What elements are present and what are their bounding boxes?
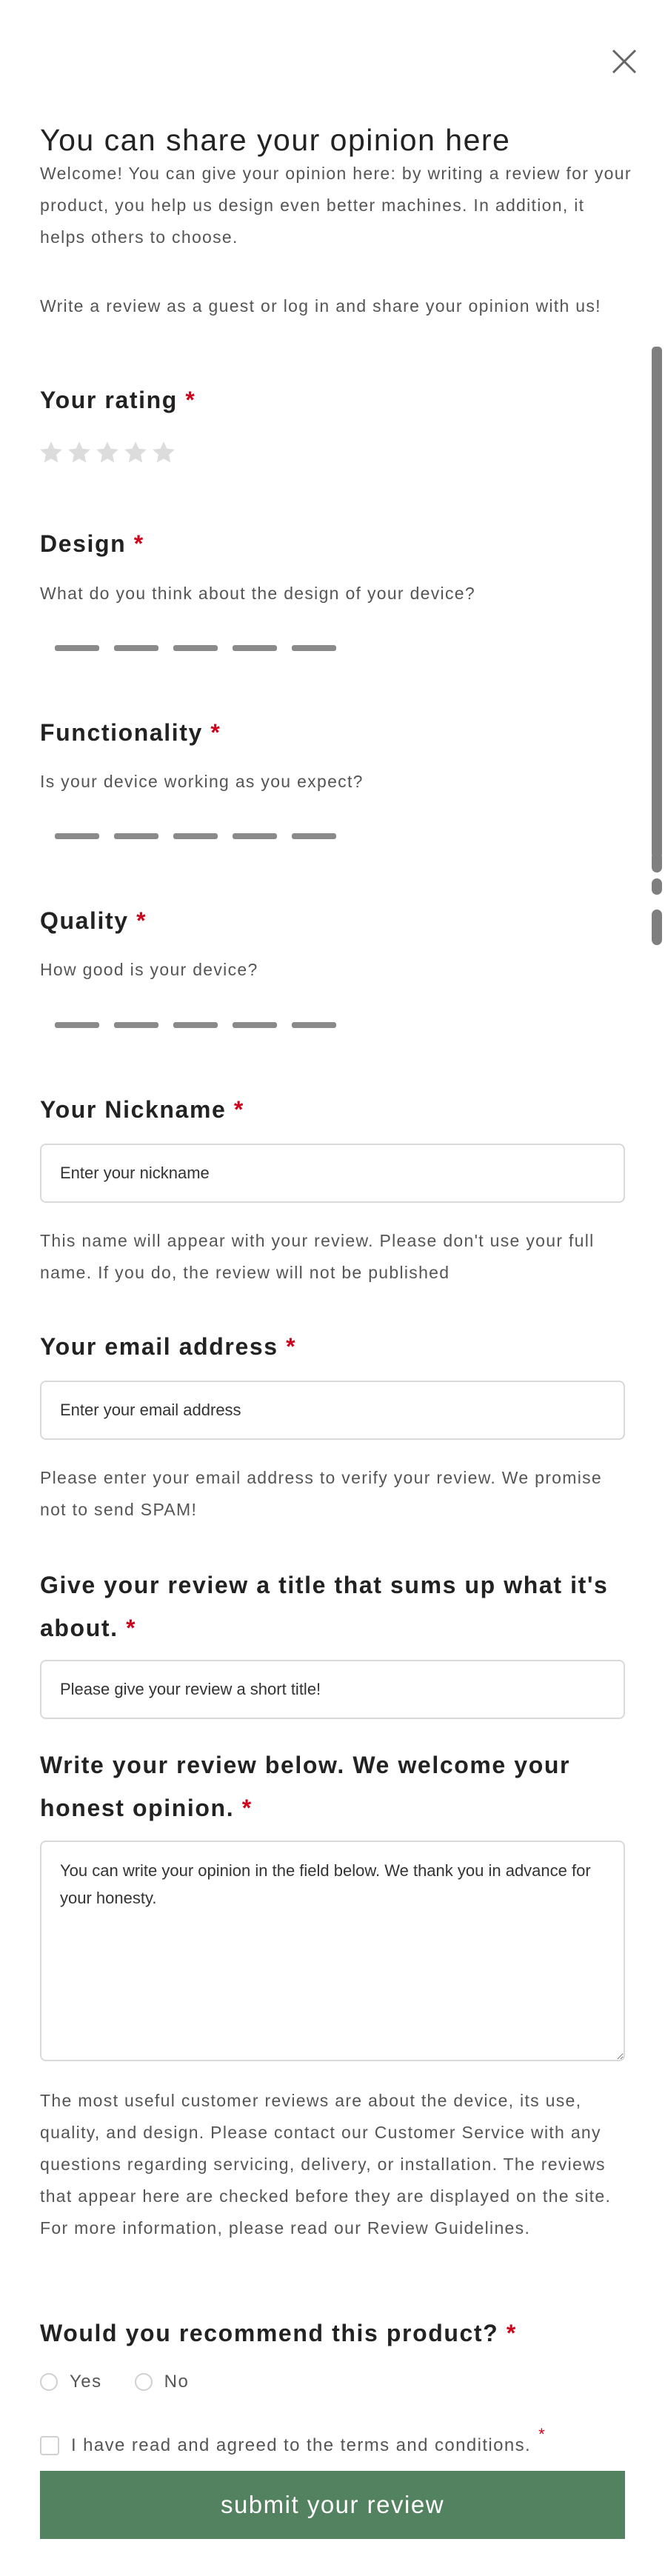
scale-step[interactable] bbox=[233, 645, 277, 651]
star-icon[interactable] bbox=[67, 440, 92, 465]
terms-checkbox[interactable] bbox=[40, 2436, 59, 2455]
scale-step[interactable] bbox=[292, 645, 336, 651]
recommend-yes-label[interactable]: Yes bbox=[70, 2372, 102, 2392]
design-question: What do you think about the design of yo… bbox=[40, 584, 475, 603]
rating-label-text: Your rating bbox=[40, 387, 178, 413]
scale-step[interactable] bbox=[173, 833, 218, 839]
rating-label: Your rating * bbox=[40, 387, 632, 414]
scale-step[interactable] bbox=[114, 645, 158, 651]
functionality-label: Functionality * bbox=[40, 719, 632, 747]
email-label-text: Your email address bbox=[40, 1333, 278, 1360]
required-mark: * bbox=[133, 530, 144, 557]
review-title-field[interactable] bbox=[40, 1660, 625, 1719]
review-title-label: Give your review a title that sums up wh… bbox=[40, 1564, 632, 1649]
star-icon[interactable] bbox=[95, 440, 120, 465]
email-help: Please enter your email address to verif… bbox=[40, 1468, 603, 1519]
review-guidelines: The most useful customer reviews are abo… bbox=[40, 2091, 612, 2238]
functionality-scale[interactable] bbox=[55, 833, 336, 839]
close-icon bbox=[612, 49, 637, 74]
required-mark: * bbox=[241, 1795, 253, 1821]
recommend-options: Yes No bbox=[40, 2372, 221, 2392]
terms-row: I have read and agreed to the terms and … bbox=[40, 2425, 545, 2459]
scale-step[interactable] bbox=[55, 645, 99, 651]
scrollbar-segment[interactable] bbox=[652, 852, 662, 872]
modal-title: You can share your opinion here bbox=[40, 123, 511, 157]
required-mark: * bbox=[233, 1096, 244, 1123]
quality-label-text: Quality bbox=[40, 907, 129, 934]
star-rating[interactable] bbox=[39, 440, 176, 465]
design-scale[interactable] bbox=[55, 645, 336, 651]
required-mark: * bbox=[185, 387, 196, 413]
nickname-label-text: Your Nickname bbox=[40, 1096, 227, 1123]
recommend-yes-radio[interactable] bbox=[40, 2373, 58, 2391]
quality-label: Quality * bbox=[40, 907, 632, 935]
recommend-label-text: Would you recommend this product? bbox=[40, 2320, 499, 2346]
review-modal: You can share your opinion here Welcome!… bbox=[0, 0, 665, 2576]
star-icon[interactable] bbox=[123, 440, 148, 465]
quality-scale[interactable] bbox=[55, 1022, 336, 1028]
design-label: Design * bbox=[40, 530, 632, 558]
quality-question: How good is your device? bbox=[40, 960, 258, 979]
star-icon[interactable] bbox=[151, 440, 176, 465]
terms-label[interactable]: I have read and agreed to the terms and … bbox=[71, 2432, 531, 2459]
recommend-label: Would you recommend this product? * bbox=[40, 2320, 632, 2347]
scrollbar-segment[interactable] bbox=[652, 910, 662, 945]
required-mark: * bbox=[286, 1333, 297, 1360]
recommend-no-label[interactable]: No bbox=[164, 2372, 190, 2392]
design-label-text: Design bbox=[40, 530, 127, 557]
functionality-label-text: Functionality bbox=[40, 719, 203, 746]
submit-review-button[interactable]: submit your review bbox=[40, 2471, 625, 2539]
required-mark: * bbox=[506, 2320, 517, 2346]
review-body-label: Write your review below. We welcome your… bbox=[40, 1744, 632, 1829]
required-mark: * bbox=[136, 907, 147, 934]
scale-step[interactable] bbox=[55, 833, 99, 839]
intro-text: Welcome! You can give your opinion here:… bbox=[40, 164, 632, 247]
scale-step[interactable] bbox=[114, 833, 158, 839]
scale-step[interactable] bbox=[55, 1022, 99, 1028]
review-body-field[interactable] bbox=[40, 1841, 625, 2061]
scale-step[interactable] bbox=[114, 1022, 158, 1028]
nickname-label: Your Nickname * bbox=[40, 1096, 632, 1124]
functionality-question: Is your device working as you expect? bbox=[40, 772, 364, 791]
email-label: Your email address * bbox=[40, 1333, 632, 1361]
nickname-field[interactable] bbox=[40, 1144, 625, 1203]
scrollbar-thumb[interactable] bbox=[652, 347, 662, 858]
scale-step[interactable] bbox=[173, 645, 218, 651]
required-mark: * bbox=[538, 2425, 545, 2443]
email-field[interactable] bbox=[40, 1381, 625, 1440]
nickname-help: This name will appear with your review. … bbox=[40, 1231, 595, 1282]
scrollbar-segment[interactable] bbox=[652, 878, 662, 895]
star-icon[interactable] bbox=[39, 440, 64, 465]
scale-step[interactable] bbox=[233, 1022, 277, 1028]
scale-step[interactable] bbox=[292, 1022, 336, 1028]
recommend-no-radio[interactable] bbox=[134, 2373, 153, 2391]
guest-note: Write a review as a guest or log in and … bbox=[40, 296, 601, 316]
review-body-label-text: Write your review below. We welcome your… bbox=[40, 1752, 571, 1821]
scale-step[interactable] bbox=[173, 1022, 218, 1028]
required-mark: * bbox=[126, 1615, 137, 1641]
scale-step[interactable] bbox=[292, 833, 336, 839]
scale-step[interactable] bbox=[233, 833, 277, 839]
close-button[interactable] bbox=[606, 43, 643, 80]
required-mark: * bbox=[210, 719, 221, 746]
